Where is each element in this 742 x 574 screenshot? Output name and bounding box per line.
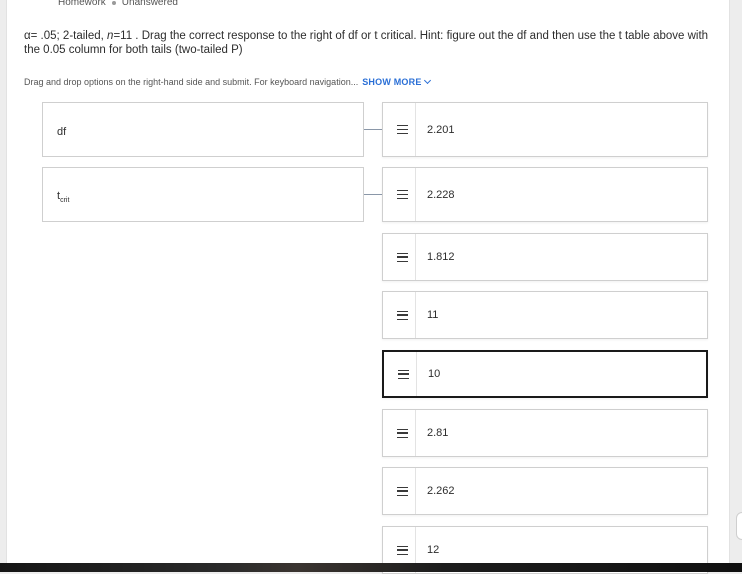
target-df-text: df	[57, 126, 67, 138]
option-value: 2.81	[427, 427, 449, 439]
divider	[415, 234, 416, 280]
drag-handle-icon[interactable]	[391, 168, 413, 221]
drag-handle-icon[interactable]	[391, 234, 413, 280]
divider	[416, 352, 417, 396]
question-text: α= .05; 2-tailed, n=11 . Drag the correc…	[24, 29, 714, 57]
draggable-option[interactable]: 1.812	[382, 233, 708, 281]
chevron-down-icon	[423, 76, 431, 85]
separator-dot-icon	[111, 0, 116, 5]
divider	[415, 103, 416, 156]
connector-line	[364, 194, 382, 195]
drop-target-df[interactable]: df	[42, 102, 364, 157]
drag-handle-icon[interactable]	[391, 292, 413, 338]
divider	[415, 292, 416, 338]
instructions: Drag and drop options on the right-hand …	[24, 76, 431, 87]
breadcrumb-type: Homework	[58, 0, 106, 8]
draggable-option[interactable]: 2.228	[382, 167, 708, 222]
connector-line	[364, 129, 382, 130]
option-value: 1.812	[427, 251, 455, 263]
question-n-value: =11	[113, 30, 133, 42]
option-value: 2.262	[427, 485, 455, 497]
divider	[415, 468, 416, 514]
drop-target-tcrit[interactable]: tcrit	[42, 167, 364, 222]
drag-handle-icon[interactable]	[391, 103, 413, 156]
show-more-label: SHOW MORE	[362, 77, 422, 87]
option-value: 10	[428, 368, 441, 380]
side-panel-handle[interactable]	[736, 512, 742, 540]
draggable-option-selected[interactable]: 10	[382, 350, 708, 398]
target-label-tcrit: tcrit	[57, 190, 69, 204]
breadcrumb: Homework Unanswered	[58, 0, 178, 8]
show-more-button[interactable]: SHOW MORE	[362, 76, 431, 87]
breadcrumb-status: Unanswered	[121, 0, 178, 8]
draggable-option[interactable]: 2.262	[382, 467, 708, 515]
option-value: 12	[427, 544, 440, 556]
option-value: 2.201	[427, 123, 455, 136]
option-value: 11	[427, 309, 439, 321]
drag-handle-icon[interactable]	[392, 352, 414, 396]
drag-handle-icon[interactable]	[391, 468, 413, 514]
draggable-option[interactable]: 2.81	[382, 409, 708, 457]
draggable-option[interactable]: 2.201	[382, 102, 708, 157]
target-label-df: df	[57, 126, 66, 138]
divider	[415, 168, 416, 221]
divider	[415, 410, 416, 456]
taskbar-strip	[0, 563, 742, 572]
instructions-text: Drag and drop options on the right-hand …	[24, 77, 359, 87]
drag-handle-icon[interactable]	[391, 410, 413, 456]
question-alpha: α= .05; 2-tailed,	[24, 30, 108, 42]
target-tcrit-sub: crit	[60, 197, 70, 204]
draggable-option[interactable]: 11	[382, 291, 708, 339]
option-value: 2.228	[427, 188, 455, 201]
